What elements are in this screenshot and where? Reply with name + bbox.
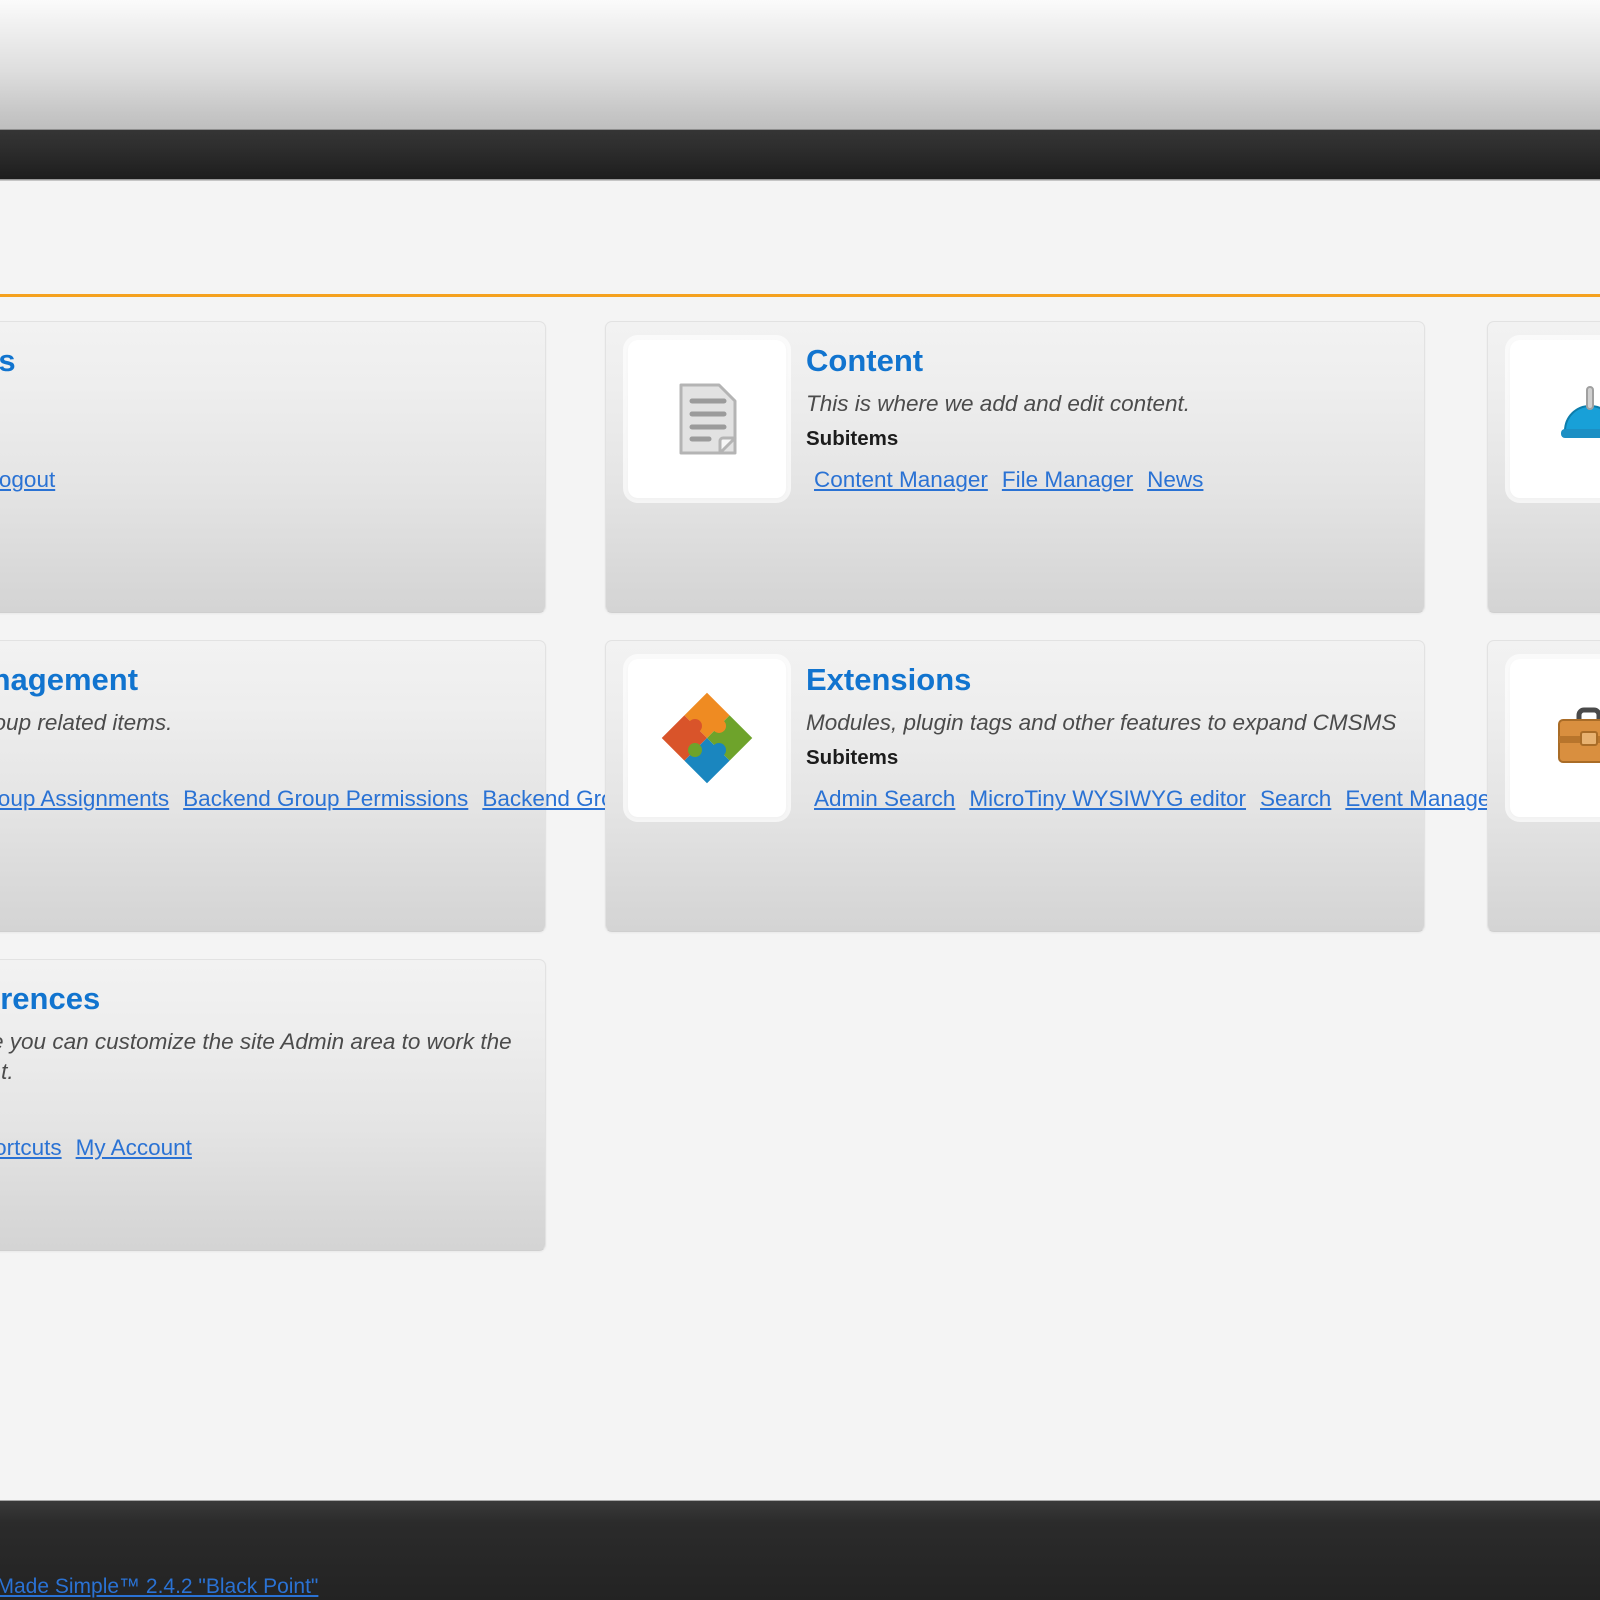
subitem-link-admin-search[interactable]: Admin Search <box>814 786 955 811</box>
card-title: Extensions <box>806 662 972 697</box>
card-title: Content <box>806 343 924 378</box>
browser-chrome-area <box>0 0 1600 129</box>
card-title: My Preferences <box>0 981 101 1016</box>
card-description: Modules, plugin tags and other features … <box>806 710 1397 736</box>
subitem-link-backend-group-permissions[interactable]: Backend Group Permissions <box>183 786 468 811</box>
subitem-link-news[interactable]: News <box>1147 467 1203 492</box>
card-title: User Management <box>0 662 139 697</box>
subitem-link-logout[interactable]: Logout <box>0 467 55 492</box>
subitems-label: Subitems <box>0 427 523 451</box>
card-description: Quick links. <box>0 389 523 419</box>
dashboard-column-right: Layout Design and layout of the site. Su… <box>1487 321 1600 959</box>
dashboard-card-shortcuts[interactable]: Shortcuts Quick links. Subitems View Sit… <box>0 321 546 613</box>
subitem-link-search[interactable]: Search <box>1260 786 1331 811</box>
footer-version-link[interactable]: CMS Made Simple™ 2.4.2 "Black Point" <box>0 1575 318 1599</box>
document-icon <box>628 340 786 498</box>
subitem-link-microtiny-wysiwyg-editor[interactable]: MicroTiny WYSIWYG editor <box>969 786 1246 811</box>
admin-footer: CMS Made Simple™ 2.4.2 "Black Point" <box>0 1500 1600 1600</box>
subitem-link-manage-shortcuts[interactable]: Manage Shortcuts <box>0 1135 62 1160</box>
subitem-link-content-manager[interactable]: Content Manager <box>814 467 988 492</box>
subitems-label: Subitems <box>0 1095 523 1119</box>
dashboard-card-extensions[interactable]: Extensions Modules, plugin tags and othe… <box>604 640 1600 932</box>
subitem-links: Manage Shortcuts My Account <box>0 1128 523 1175</box>
subitem-link-file-manager[interactable]: File Manager <box>1002 467 1133 492</box>
dashboard-card-my-preferences[interactable]: My Preferences This is where you can cus… <box>0 959 546 1251</box>
subitems-label: Subitems <box>806 427 899 451</box>
card-title: Shortcuts <box>0 343 16 378</box>
card-description: This is where you can customize the site… <box>0 1029 512 1085</box>
dashboard-card-site-admin[interactable]: Site Admin Site wide settings and tools.… <box>1487 640 1600 932</box>
subitem-links: Backend Group Assignments Backend Group P… <box>0 779 817 826</box>
dashboard-card-layout[interactable]: Layout Design and layout of the site. Su… <box>1487 321 1600 613</box>
toolbox-icon <box>1510 659 1600 817</box>
subitems-label: Subitems <box>0 746 523 770</box>
admin-header-pane <box>0 181 1600 294</box>
dashboard-card-user-management[interactable]: User Management User and Group related i… <box>0 640 817 932</box>
subitem-links: View SiteLogout <box>0 460 523 507</box>
card-description: This is where we add and edit content. <box>806 391 1190 417</box>
subitem-link-event-manager[interactable]: Event Manager <box>1345 786 1498 811</box>
dashboard-column-middle: Content This is where we add and edit co… <box>604 321 1600 959</box>
card-description: User and Group related items. <box>0 710 173 736</box>
admin-top-navbar[interactable] <box>0 129 1600 184</box>
dashboard-grid: Shortcuts Quick links. Subitems View Sit… <box>0 297 1600 1500</box>
dashboard-column-left: Shortcuts Quick links. Subitems View Sit… <box>0 321 817 1278</box>
dashboard-card-content[interactable]: Content This is where we add and edit co… <box>605 321 1425 613</box>
subitem-links: Content Manager File Manager News <box>806 460 1402 507</box>
subitem-link-my-account[interactable]: My Account <box>76 1135 192 1160</box>
subitem-link-backend-group-assignments[interactable]: Backend Group Assignments <box>0 786 169 811</box>
subitems-label: Subitems <box>806 746 899 770</box>
paint-icon <box>1510 340 1600 498</box>
subitem-links: Admin Search MicroTiny WYSIWYG editor Sear… <box>604 779 1600 826</box>
